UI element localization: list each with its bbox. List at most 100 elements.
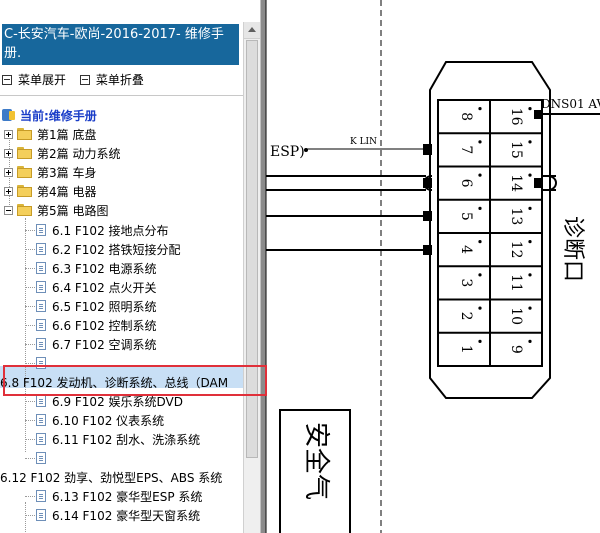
tree-item-6-13[interactable]: 6.13 F102 豪华型ESP 系统 bbox=[36, 487, 202, 505]
pin-number: 1 bbox=[458, 345, 474, 354]
wire-terminal bbox=[423, 245, 432, 255]
document-icon bbox=[36, 243, 46, 255]
expand-menu-label: 菜单展开 bbox=[18, 73, 67, 87]
pin-dot bbox=[528, 306, 532, 310]
tree-item-6-5[interactable]: 6.5 F102 照明系统 bbox=[36, 297, 157, 315]
tree-item-chapter-2[interactable]: 第2篇 动力系统 bbox=[4, 144, 120, 162]
document-icon bbox=[36, 262, 46, 274]
expand-plus-icon[interactable] bbox=[4, 129, 13, 139]
tree-item-6-11[interactable]: 6.11 F102 刮水、洗涤系统 bbox=[36, 430, 200, 448]
tree-guide-line bbox=[25, 363, 35, 364]
tree-item-6-14[interactable]: 6.14 F102 豪华型天窗系统 bbox=[36, 506, 200, 524]
pin-number: 3 bbox=[458, 278, 474, 287]
scroll-up-arrow-icon[interactable] bbox=[244, 22, 260, 39]
tree-item-label: 6.3 F102 电源系统 bbox=[52, 261, 157, 276]
pin-number: 2 bbox=[458, 312, 474, 321]
tree-item-label: 6.10 F102 仪表系统 bbox=[52, 413, 165, 428]
tree-guide-line bbox=[25, 268, 35, 269]
tree-item-6-4[interactable]: 6.4 F102 点火开关 bbox=[36, 278, 157, 296]
document-icon bbox=[36, 357, 46, 369]
collapse-icon bbox=[79, 74, 90, 85]
tree-item-chapter-4[interactable]: 第4篇 电器 bbox=[4, 182, 96, 200]
pin-dot bbox=[478, 339, 482, 343]
expand-menu-button[interactable]: 菜单展开 bbox=[2, 71, 66, 88]
open-folder-icon bbox=[17, 204, 33, 216]
tree-item-6-2[interactable]: 6.2 F102 搭铁短接分配 bbox=[36, 240, 181, 258]
pin-number: 10 bbox=[508, 307, 524, 325]
scroll-thumb[interactable] bbox=[246, 40, 258, 458]
document-icon bbox=[36, 509, 46, 521]
tree-root[interactable]: 当前:维修手册 bbox=[2, 106, 97, 124]
tree-item-label: 6.8 F102 发动机、诊断系统、总线（DAM bbox=[0, 375, 229, 390]
tree-pane: C-长安汽车-欧尚-2016-2017- 维修手册. 菜单展开 菜单折叠 当前:… bbox=[0, 22, 243, 533]
document-icon bbox=[36, 433, 46, 445]
tree-item-6-8-selected[interactable]: 6.8 F102 发动机、诊断系统、总线（DAM bbox=[0, 373, 228, 391]
pin-number: 6 bbox=[458, 179, 474, 188]
tree-scrollbar[interactable] bbox=[243, 22, 260, 533]
expand-plus-icon[interactable] bbox=[4, 148, 13, 158]
pin-dot bbox=[478, 206, 482, 210]
tree-guide-line bbox=[25, 458, 35, 459]
document-icon bbox=[36, 338, 46, 350]
tree-item-6-7[interactable]: 6.7 F102 空调系统 bbox=[36, 335, 157, 353]
expand-plus-icon[interactable] bbox=[4, 186, 13, 196]
tree-item-chapter-3[interactable]: 第3篇 车身 bbox=[4, 163, 96, 181]
kline-label: K LIN bbox=[350, 137, 377, 147]
document-icon bbox=[36, 281, 46, 293]
tree-item-label: 6.4 F102 点火开关 bbox=[52, 280, 157, 295]
tree-item-6-12[interactable]: 6.12 F102 劲享、劲悦型EPS、ABS 系统 bbox=[0, 468, 222, 486]
tree-item-6-9[interactable]: 6.9 F102 娱乐系统DVD bbox=[36, 392, 183, 410]
tree-item-label: 6.12 F102 劲享、劲悦型EPS、ABS 系统 bbox=[0, 470, 223, 485]
tree-item-6-3[interactable]: 6.3 F102 电源系统 bbox=[36, 259, 157, 277]
tree-item-chapter-5[interactable]: 第5篇 电路图 bbox=[4, 201, 108, 219]
tree-guide-line bbox=[25, 287, 35, 288]
tree-item-blank-1[interactable] bbox=[36, 354, 52, 372]
tree-item-6-1[interactable]: 6.1 F102 接地点分布 bbox=[36, 221, 169, 239]
pin-number: 11 bbox=[508, 274, 524, 292]
pin-number: 4 bbox=[458, 245, 474, 254]
tree-item-label: 6.11 F102 刮水、洗涤系统 bbox=[52, 432, 201, 447]
tree-guide-line bbox=[25, 496, 35, 497]
wire-terminal bbox=[534, 178, 543, 188]
pin-number: 5 bbox=[458, 212, 474, 221]
pin-number: 14 bbox=[508, 174, 524, 192]
tree-item-label: 第2篇 动力系统 bbox=[37, 146, 121, 161]
pin-number: 13 bbox=[508, 207, 524, 225]
expand-plus-icon[interactable] bbox=[4, 167, 13, 177]
tree-item-chapter-1[interactable]: 第1篇 底盘 bbox=[4, 125, 96, 143]
menu-separator bbox=[0, 95, 243, 96]
pin-dot bbox=[528, 206, 532, 210]
folder-icon bbox=[17, 147, 33, 159]
manual-title: C-长安汽车-欧尚-2016-2017- 维修手册. bbox=[2, 24, 239, 65]
pin-dot bbox=[478, 107, 482, 111]
collapse-minus-icon[interactable] bbox=[4, 205, 13, 215]
folder-icon bbox=[17, 166, 33, 178]
pin-dot bbox=[528, 140, 532, 144]
collapse-menu-label: 菜单折叠 bbox=[95, 73, 144, 87]
pin-dot bbox=[528, 339, 532, 343]
document-icon bbox=[36, 319, 46, 331]
wire-terminal bbox=[423, 211, 432, 221]
tree-item-blank-2[interactable] bbox=[36, 449, 52, 467]
pin-number: 16 bbox=[508, 108, 524, 126]
wiring-diagram: 87654321 161514131211109 DNS01 AV K LIN … bbox=[266, 0, 600, 533]
esp-label: ESP) bbox=[270, 144, 305, 160]
pin-number: 8 bbox=[458, 112, 474, 121]
tree-item-label: 6.13 F102 豪华型ESP 系统 bbox=[52, 489, 203, 504]
document-icon bbox=[36, 300, 46, 312]
tree-guide-line bbox=[25, 249, 35, 250]
connector-title: DNS01 AV bbox=[541, 97, 600, 111]
tree-item-label: 6.14 F102 豪华型天窗系统 bbox=[52, 508, 201, 523]
collapse-menu-button[interactable]: 菜单折叠 bbox=[79, 71, 144, 88]
menu-row: 菜单展开 菜单折叠 bbox=[2, 71, 154, 88]
tree-item-6-6[interactable]: 6.6 F102 控制系统 bbox=[36, 316, 157, 334]
tree-guide-line bbox=[25, 502, 26, 533]
tree-item-6-10[interactable]: 6.10 F102 仪表系统 bbox=[36, 411, 164, 429]
document-icon bbox=[36, 452, 46, 464]
connector-pins-left: 8 7 6 5 4 3 2 1 bbox=[458, 107, 482, 354]
tree-item-label: 6.9 F102 娱乐系统DVD bbox=[52, 394, 183, 409]
pin-dot bbox=[478, 240, 482, 244]
tree-guide-line bbox=[25, 325, 35, 326]
pin-dot bbox=[478, 306, 482, 310]
connector-pins-right: 16 15 14 13 12 11 10 9 bbox=[508, 107, 532, 354]
